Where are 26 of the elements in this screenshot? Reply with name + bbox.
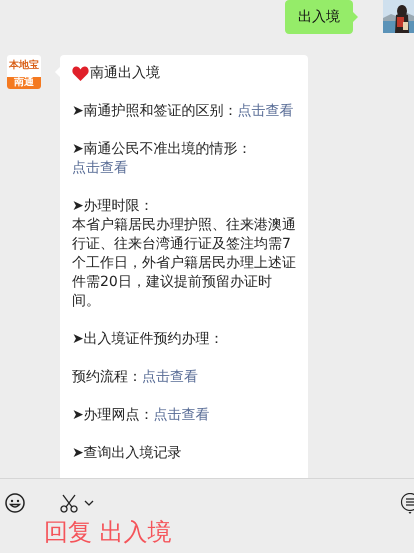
chat-list-icon[interactable] — [400, 493, 414, 515]
message-text: 间。 — [72, 293, 100, 309]
message-bubble: 出入境 — [285, 0, 353, 34]
message-text: ➤办理网点： — [72, 407, 154, 423]
view-link[interactable]: 点击查看 — [72, 160, 128, 176]
scissors-icon[interactable] — [59, 493, 79, 513]
message-text: ➤南通公民不准出境的情形： — [72, 141, 252, 157]
message-text: 预约流程： — [72, 369, 142, 385]
smiley-icon[interactable] — [5, 493, 25, 513]
message-text: ➤办理时限： — [72, 198, 154, 214]
view-link[interactable]: 点击查看 — [142, 369, 198, 385]
message-text: ➤查询出入境记录 — [72, 445, 182, 461]
heart-icon — [72, 66, 89, 81]
bubble-tail — [353, 12, 358, 22]
view-link[interactable]: 点击查看 — [238, 103, 294, 119]
message-text: 件需20日，建议提前预留办证时 — [72, 274, 272, 290]
message-text: 行证、往来台湾通行证及签注均需7 — [72, 236, 291, 252]
message-text: ➤出入境证件预约办理： — [72, 331, 224, 347]
view-link[interactable]: 点击查看 — [154, 407, 210, 423]
message-title: 南通出入境 — [90, 64, 160, 83]
reply-caption: 回复 出入境 — [43, 517, 173, 547]
message-text: ➤南通护照和签证的区别： — [72, 103, 238, 119]
message-text: 个工作日，外省户籍居民办理上述证 — [72, 255, 296, 271]
chevron-down-icon[interactable] — [84, 500, 94, 506]
logo-text: 本地宝 — [8, 58, 40, 73]
message-text: 本省户籍居民办理护照、往来港澳通 — [72, 217, 296, 233]
